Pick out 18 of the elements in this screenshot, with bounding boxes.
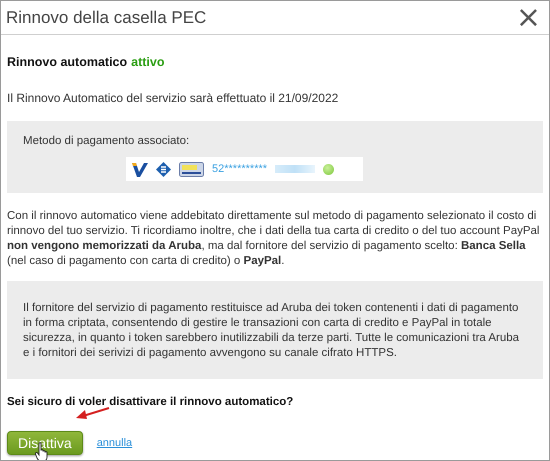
close-button[interactable]: × bbox=[514, 2, 543, 32]
card-number: 52********** bbox=[212, 163, 268, 175]
arrow-drawing bbox=[75, 405, 111, 421]
explanation-paragraph: Con il rinnovo automatico viene addebitato direttamente sul metodo di pagamento selezionato il costo di rinnovo del tuo servizio. Ti ricordiamo inoltre, che i dati della tua carta di credito o del tuo account PayPal non vengono memorizzati da Aruba, ma dal fornitore del servizio di pagamento scelto: Banca Sella (nel caso di pagamento con carta di credito) o PayPal. bbox=[7, 209, 540, 269]
cancel-link[interactable]: annulla bbox=[96, 437, 132, 449]
window-title: Rinnovo della casella PEC bbox=[6, 8, 206, 28]
status-label: Rinnovo automatico bbox=[7, 55, 128, 69]
status-dot-icon bbox=[323, 164, 334, 174]
v-logo-icon bbox=[132, 162, 148, 176]
bank-card-icon bbox=[179, 162, 204, 176]
renewal-date-text: Il Rinnovo Automatico del servizio sarà effettuato il 21/09/2022 bbox=[7, 91, 340, 105]
status-value: attivo bbox=[131, 55, 164, 69]
deactivate-button[interactable]: Disattiva bbox=[7, 431, 83, 455]
confirmation-question: Sei sicuro di voler disattivare il rinnovo automatico? bbox=[7, 396, 294, 408]
security-note: Il fornitore del servizio di pagamento restituisce ad Aruba dei token contenenti i dati di pagamento in forma criptata, consentendo di gestire le transazioni con carta di credito e PayPal in totale sicurezza, in quanto i token sarebbero inutilizzabili da terze parti. Tutte le comunicazioni tra Aruba e i fornitori dei serivizi di pagamento avvengono su canale cifrato HTTPS. bbox=[7, 281, 543, 379]
masked-digits bbox=[275, 165, 316, 173]
diamond-logo-icon bbox=[156, 162, 171, 176]
payment-label: Metodo di pagamento associato: bbox=[23, 135, 190, 147]
